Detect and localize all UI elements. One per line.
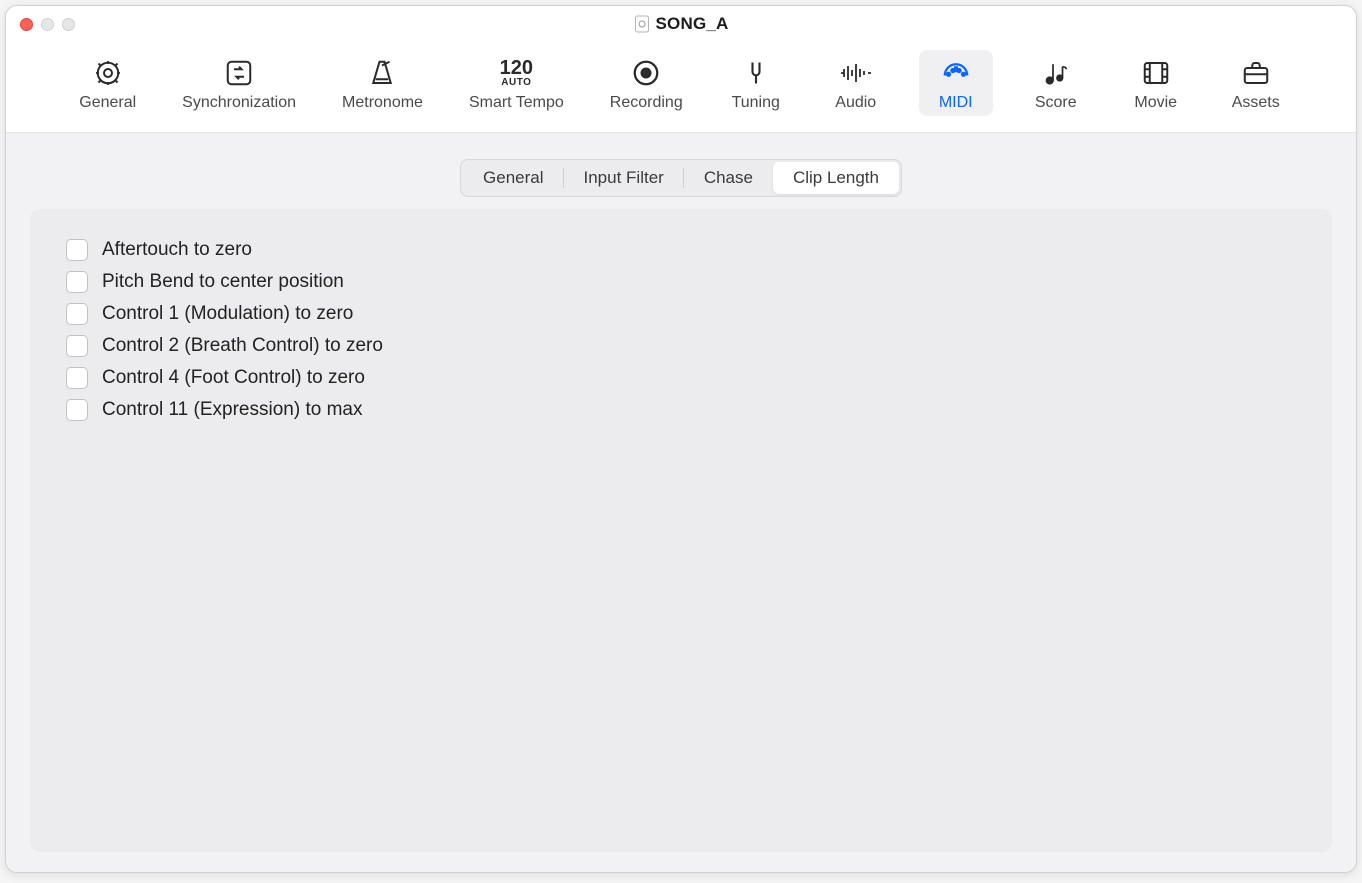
toolbar-item-score[interactable]: Score	[1019, 50, 1093, 116]
toolbar-item-metronome[interactable]: Metronome	[332, 50, 433, 116]
subtab-clip-length[interactable]: Clip Length	[773, 162, 899, 194]
checkbox-cc1-modulation[interactable]	[66, 303, 88, 325]
toolbar-item-label: Assets	[1232, 94, 1280, 112]
window-zoom-button[interactable]	[62, 18, 75, 31]
subtab-general[interactable]: General	[463, 162, 563, 194]
window-close-button[interactable]	[20, 18, 33, 31]
toolbar-item-assets[interactable]: Assets	[1219, 50, 1293, 116]
checklist: Aftertouch to zero Pitch Bend to center …	[66, 239, 1296, 421]
subtab-input-filter[interactable]: Input Filter	[564, 162, 684, 194]
smart-tempo-icon: 120 AUTO	[497, 56, 535, 90]
waveform-icon	[837, 56, 875, 90]
subtab-label: Clip Length	[793, 168, 879, 187]
title-center: SONG_A	[6, 14, 1356, 34]
checkbox-aftertouch[interactable]	[66, 239, 88, 261]
check-label: Control 2 (Breath Control) to zero	[102, 335, 383, 357]
check-label: Control 11 (Expression) to max	[102, 399, 362, 421]
main-toolbar: General Synchronization Metronome	[6, 42, 1356, 133]
toolbar-item-label: Synchronization	[182, 94, 296, 112]
check-row-pitchbend: Pitch Bend to center position	[66, 271, 1296, 293]
tempo-sub: AUTO	[501, 78, 531, 88]
toolbar-item-midi[interactable]: MIDI	[919, 50, 993, 116]
toolbar-item-audio[interactable]: Audio	[819, 50, 893, 116]
midi-icon	[937, 56, 975, 90]
tempo-value: 120	[500, 58, 533, 78]
window-minimize-button[interactable]	[41, 18, 54, 31]
toolbar-item-label: Metronome	[342, 94, 423, 112]
checkbox-cc2-breath[interactable]	[66, 335, 88, 357]
subtab-chase[interactable]: Chase	[684, 162, 773, 194]
sync-icon	[220, 56, 258, 90]
settings-window: SONG_A General Synchronization	[5, 5, 1357, 873]
toolbar-item-general[interactable]: General	[69, 50, 146, 116]
traffic-lights	[20, 18, 75, 31]
content-area: General Input Filter Chase Clip Length A…	[6, 133, 1356, 872]
window-title: SONG_A	[656, 14, 729, 34]
subtab-bar: General Input Filter Chase Clip Length	[460, 159, 902, 197]
toolbar-item-label: Tuning	[732, 94, 780, 112]
titlebar: SONG_A	[6, 6, 1356, 42]
toolbar-item-label: Audio	[835, 94, 876, 112]
toolbar-item-label: General	[79, 94, 136, 112]
clip-length-panel: Aftertouch to zero Pitch Bend to center …	[30, 209, 1332, 852]
toolbar-item-label: MIDI	[939, 94, 973, 112]
check-label: Control 1 (Modulation) to zero	[102, 303, 353, 325]
film-icon	[1137, 56, 1175, 90]
toolbar-item-tuning[interactable]: Tuning	[719, 50, 793, 116]
check-row-cc1: Control 1 (Modulation) to zero	[66, 303, 1296, 325]
check-row-cc2: Control 2 (Breath Control) to zero	[66, 335, 1296, 357]
subtab-label: General	[483, 168, 543, 187]
check-row-cc11: Control 11 (Expression) to max	[66, 399, 1296, 421]
toolbar-item-movie[interactable]: Movie	[1119, 50, 1193, 116]
record-icon	[627, 56, 665, 90]
checkbox-cc11-expression[interactable]	[66, 399, 88, 421]
tuning-fork-icon	[737, 56, 775, 90]
gear-icon	[89, 56, 127, 90]
toolbar-item-recording[interactable]: Recording	[600, 50, 693, 116]
toolbar-item-label: Score	[1035, 94, 1077, 112]
briefcase-icon	[1237, 56, 1275, 90]
subtab-label: Input Filter	[584, 168, 664, 187]
checkbox-cc4-foot[interactable]	[66, 367, 88, 389]
toolbar-item-label: Smart Tempo	[469, 94, 564, 112]
check-label: Pitch Bend to center position	[102, 271, 344, 293]
check-label: Control 4 (Foot Control) to zero	[102, 367, 365, 389]
check-label: Aftertouch to zero	[102, 239, 252, 261]
toolbar-item-label: Movie	[1134, 94, 1177, 112]
toolbar-item-synchronization[interactable]: Synchronization	[172, 50, 306, 116]
toolbar-item-label: Recording	[610, 94, 683, 112]
check-row-aftertouch: Aftertouch to zero	[66, 239, 1296, 261]
metronome-icon	[363, 56, 401, 90]
toolbar-item-smart-tempo[interactable]: 120 AUTO Smart Tempo	[459, 50, 574, 116]
checkbox-pitchbend[interactable]	[66, 271, 88, 293]
document-icon	[634, 15, 650, 33]
notes-icon	[1037, 56, 1075, 90]
subtab-label: Chase	[704, 168, 753, 187]
check-row-cc4: Control 4 (Foot Control) to zero	[66, 367, 1296, 389]
